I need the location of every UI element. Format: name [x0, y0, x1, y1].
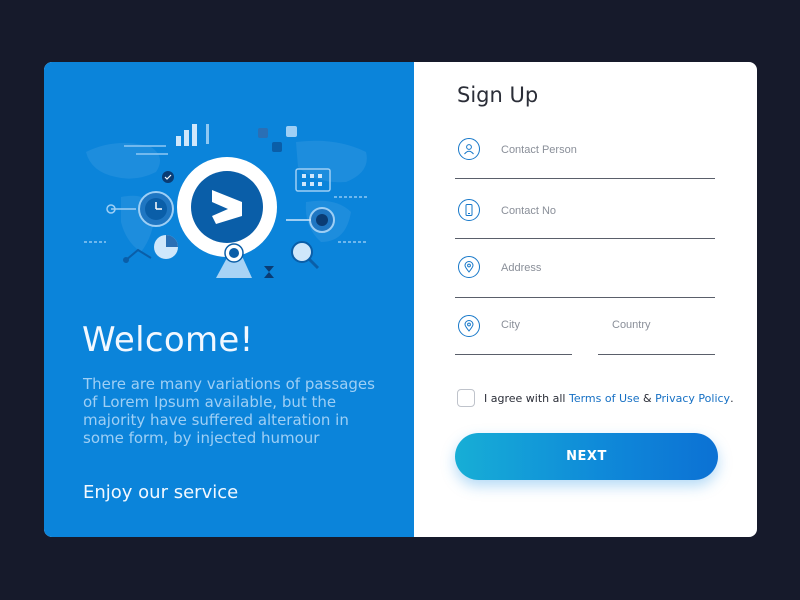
- brand-illustration: [84, 124, 368, 278]
- agree-checkbox[interactable]: [457, 389, 475, 407]
- address-input[interactable]: [501, 262, 701, 274]
- contact-person-input[interactable]: [501, 144, 701, 156]
- privacy-policy-link[interactable]: Privacy Policy: [655, 392, 730, 405]
- agree-suffix: .: [730, 391, 734, 405]
- form-title: Sign Up: [457, 83, 539, 107]
- country-field: [598, 299, 715, 355]
- signup-card: Welcome! There are many variations of pa…: [44, 62, 757, 537]
- agree-and: &: [643, 391, 652, 405]
- location-pin-icon: [458, 256, 480, 278]
- next-button[interactable]: NEXT: [455, 433, 718, 480]
- contact-no-underline: [455, 238, 715, 239]
- country-underline: [598, 354, 715, 355]
- contact-person-field: [455, 123, 715, 179]
- welcome-description: There are many variations of passages of…: [83, 375, 375, 447]
- country-input[interactable]: [612, 319, 707, 331]
- phone-icon: [458, 199, 480, 221]
- welcome-panel: Welcome! There are many variations of pa…: [44, 62, 414, 537]
- terms-agreement: I agree with all Terms of Use & Privacy …: [457, 389, 734, 407]
- contact-person-underline: [455, 178, 715, 179]
- contact-no-input[interactable]: [501, 205, 701, 217]
- city-input[interactable]: [501, 319, 571, 331]
- contact-no-field: [455, 183, 715, 239]
- signup-form: Sign Up Contact Person Contact No Addres…: [414, 62, 757, 537]
- terms-of-use-link[interactable]: Terms of Use: [569, 392, 640, 405]
- city-underline: [455, 354, 572, 355]
- agree-prefix: I agree with all: [484, 391, 566, 405]
- location-pin-icon: [458, 315, 480, 337]
- enjoy-text: Enjoy our service: [83, 482, 239, 503]
- address-field: [455, 242, 715, 298]
- address-underline: [455, 297, 715, 298]
- welcome-heading: Welcome!: [82, 320, 254, 360]
- user-icon: [458, 138, 480, 160]
- city-field: [455, 299, 572, 355]
